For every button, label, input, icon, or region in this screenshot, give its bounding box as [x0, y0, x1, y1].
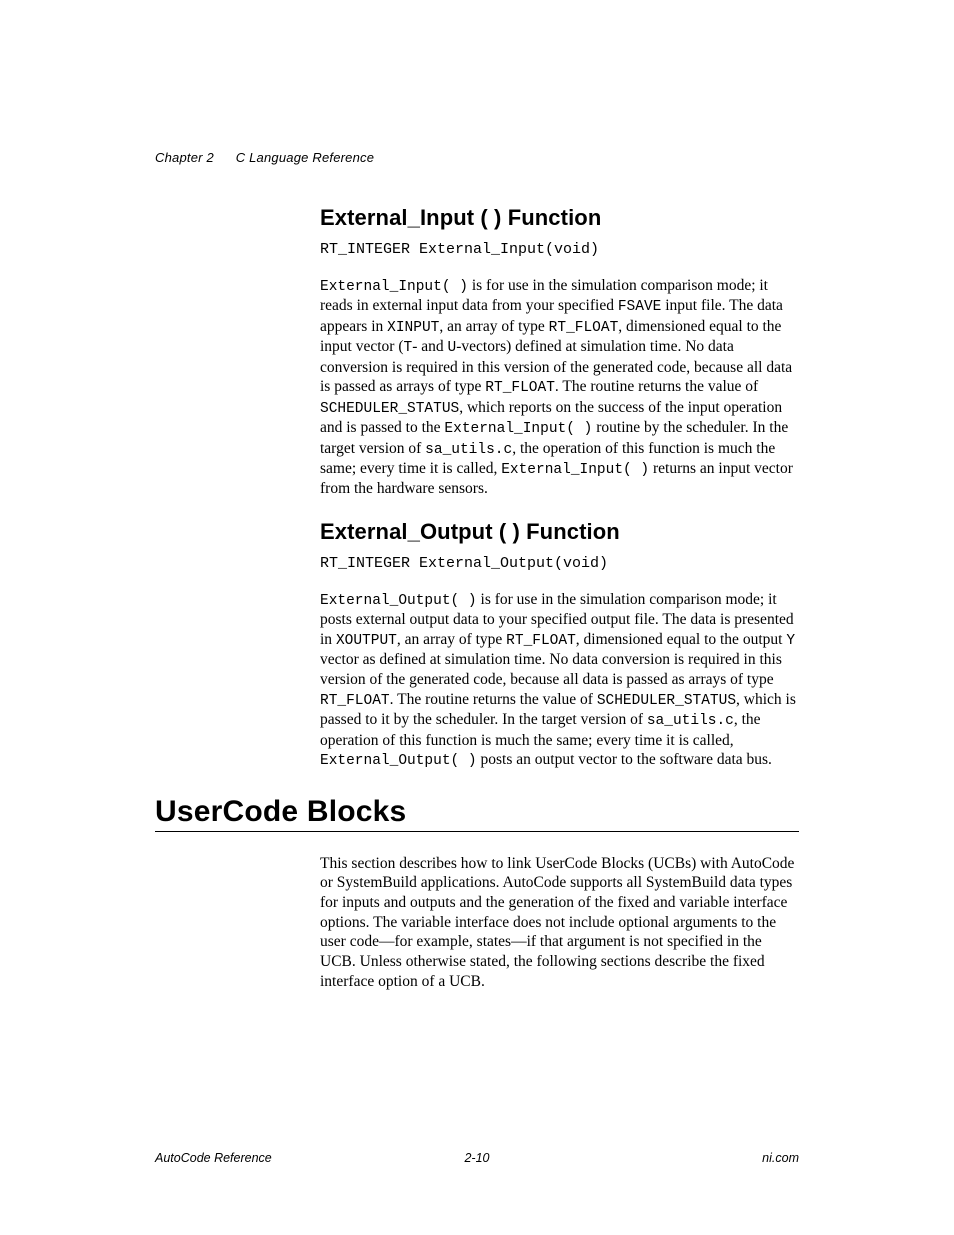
code-span: T: [404, 340, 413, 356]
code-span: RT_FLOAT: [485, 380, 555, 396]
code-span: External_Input( ): [320, 279, 468, 295]
code-span: SCHEDULER_STATUS: [597, 693, 736, 709]
text-span: , an array of type: [397, 631, 506, 648]
heading-external-input: External_Input ( ) Function: [320, 205, 799, 231]
running-header: Chapter 2 C Language Reference: [155, 150, 799, 165]
section-usercode-blocks: UserCode Blocks: [155, 795, 799, 832]
para-external-output: External_Output( ) is for use in the sim…: [320, 590, 799, 771]
heading-usercode-blocks: UserCode Blocks: [155, 795, 799, 829]
text-span: , dimensioned equal to the output: [576, 631, 787, 648]
signature-external-input: RT_INTEGER External_Input(void): [320, 241, 799, 258]
code-span: XOUTPUT: [336, 633, 397, 649]
code-span: sa_utils.c: [425, 442, 512, 458]
code-span: FSAVE: [618, 299, 662, 315]
code-span: RT_FLOAT: [506, 633, 576, 649]
page-footer: AutoCode Reference 2-10 ni.com: [155, 1151, 799, 1165]
usercode-body: This section describes how to link UserC…: [320, 854, 799, 992]
code-span: SCHEDULER_STATUS: [320, 401, 459, 417]
code-span: RT_FLOAT: [320, 693, 390, 709]
page: Chapter 2 C Language Reference External_…: [0, 0, 954, 1235]
para-usercode: This section describes how to link UserC…: [320, 854, 799, 992]
text-span: . The routine returns the value of: [390, 691, 597, 708]
text-span: , an array of type: [439, 318, 548, 335]
footer-page-number: 2-10: [155, 1151, 799, 1165]
section-external-input: External_Input ( ) Function RT_INTEGER E…: [320, 205, 799, 771]
text-span: - and: [412, 338, 447, 355]
signature-external-output: RT_INTEGER External_Output(void): [320, 555, 799, 572]
code-span: sa_utils.c: [647, 713, 734, 729]
para-external-input: External_Input( ) is for use in the simu…: [320, 276, 799, 499]
code-span: External_Output( ): [320, 593, 477, 609]
header-title: C Language Reference: [236, 150, 374, 165]
code-span: External_Output( ): [320, 753, 477, 769]
code-span: XINPUT: [387, 320, 439, 336]
code-span: External_Input( ): [444, 421, 592, 437]
code-span: U: [448, 340, 457, 356]
text-span: vector as defined at simulation time. No…: [320, 651, 782, 688]
text-span: . The routine returns the value of: [555, 378, 758, 395]
heading-external-output: External_Output ( ) Function: [320, 519, 799, 545]
text-span: posts an output vector to the software d…: [477, 751, 772, 768]
code-span: External_Input( ): [501, 462, 649, 478]
code-span: Y: [786, 633, 795, 649]
code-span: RT_FLOAT: [549, 320, 619, 336]
header-chapter: Chapter 2: [155, 150, 214, 165]
